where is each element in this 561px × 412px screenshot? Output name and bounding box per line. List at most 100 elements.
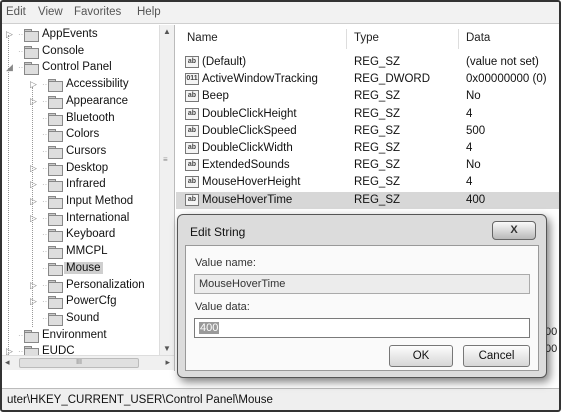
status-path: uter\HKEY_CURRENT_USER\Control Panel\Mou… xyxy=(7,394,273,406)
tree-connector: ·· xyxy=(42,297,48,307)
tree-connector: ·· xyxy=(42,313,48,323)
value-data-input[interactable]: 400 xyxy=(194,318,530,338)
value-data: No xyxy=(466,159,481,172)
menu-view[interactable]: View xyxy=(38,6,63,18)
expand-arrow-icon[interactable]: ▷ xyxy=(30,79,40,90)
tree-item-label: Personalization xyxy=(66,278,145,291)
registry-key-tree[interactable]: ▷ ·· AppEvents ·· Console ◢ ·· Control Panel ▷ ··… xyxy=(2,25,175,371)
status-bar: uter\HKEY_CURRENT_USER\Control Panel\Mou… xyxy=(2,388,559,410)
cancel-button[interactable]: Cancel xyxy=(463,345,530,367)
value-type: REG_SZ xyxy=(354,90,401,103)
registry-editor-window: Edit View Favorites Help ▷ ·· AppEvents ·· C… xyxy=(0,0,561,412)
folder-icon xyxy=(24,45,39,59)
ok-button[interactable]: OK xyxy=(389,345,453,367)
tree-guide-line xyxy=(8,35,9,355)
tree-connector: ·· xyxy=(18,330,24,340)
menu-edit[interactable]: Edit xyxy=(6,6,26,18)
value-type: REG_SZ xyxy=(354,193,401,206)
scroll-left-arrow-icon[interactable]: ◂ xyxy=(5,357,10,368)
folder-icon xyxy=(48,78,63,93)
value-row[interactable]: ab Beep REG_SZ No xyxy=(176,88,559,105)
value-data: 4 xyxy=(466,142,473,154)
tree-item-label: Colors xyxy=(66,128,100,141)
value-type: REG_SZ xyxy=(354,176,401,189)
tree-item-label: Bluetooth xyxy=(66,111,115,124)
value-row[interactable]: ab DoubleClickHeight REG_SZ 4 xyxy=(176,106,559,123)
expand-arrow-icon[interactable]: ▷ xyxy=(30,179,40,190)
value-data: (value not set) xyxy=(466,56,539,68)
menu-bar: Edit View Favorites Help xyxy=(2,2,559,24)
scroll-up-arrow-icon[interactable]: ▲ xyxy=(163,27,171,36)
value-row[interactable]: ab DoubleClickSpeed REG_SZ 500 xyxy=(176,123,559,140)
tree-item-label: Accessibility xyxy=(66,78,129,91)
tree-connector: ·· xyxy=(42,197,48,206)
string-value-icon: ab xyxy=(185,107,199,120)
folder-icon xyxy=(48,312,63,326)
folder-icon xyxy=(48,112,63,126)
tree-connector: ·· xyxy=(42,247,48,257)
value-name: MouseHoverHeight xyxy=(202,176,301,189)
expand-arrow-icon[interactable]: ▷ xyxy=(6,29,16,40)
folder-icon xyxy=(48,245,63,260)
menu-favorites[interactable]: Favorites xyxy=(74,6,121,18)
string-value-icon: ab xyxy=(185,56,199,68)
scroll-down-arrow-icon[interactable]: ▼ xyxy=(163,344,171,353)
tree-vertical-scrollbar[interactable]: ▲ ≡ ▼ xyxy=(159,25,174,355)
column-header-name[interactable]: Name xyxy=(187,32,218,48)
close-button[interactable]: X xyxy=(492,221,536,240)
value-type: REG_SZ xyxy=(354,107,401,120)
tree-connector: ·· xyxy=(42,130,48,140)
expand-arrow-icon[interactable]: ▷ xyxy=(30,213,40,224)
menu-help[interactable]: Help xyxy=(137,6,161,18)
value-data-label: Value data: xyxy=(195,301,250,313)
expand-arrow-icon[interactable]: ▷ xyxy=(30,296,40,307)
value-name: DoubleClickSpeed xyxy=(202,124,297,137)
folder-icon xyxy=(48,212,63,226)
value-data: 500 xyxy=(466,124,486,137)
folder-icon xyxy=(48,145,63,159)
expand-arrow-icon[interactable]: ▷ xyxy=(30,196,40,207)
tree-item-label: Control Panel xyxy=(42,61,112,74)
value-name: ActiveWindowTracking xyxy=(202,73,318,86)
tree-connector: ·· xyxy=(42,113,48,123)
column-header-data[interactable]: Data xyxy=(466,32,490,48)
tree-item-label: Desktop xyxy=(66,161,109,174)
value-data: 400 xyxy=(466,193,486,206)
tree-connector: ·· xyxy=(42,180,48,190)
tree-horizontal-scrollbar[interactable]: ◂ III ▸ xyxy=(2,355,174,370)
value-data: No xyxy=(466,90,481,103)
value-name-label: Value name: xyxy=(195,257,256,269)
scroll-grip-icon[interactable]: ≡ xyxy=(163,155,168,164)
tree-connector: ·· xyxy=(18,46,24,56)
folder-icon xyxy=(48,195,63,209)
column-divider[interactable] xyxy=(458,29,459,49)
value-type: REG_SZ xyxy=(354,142,401,154)
column-divider[interactable] xyxy=(346,29,347,49)
expand-arrow-icon[interactable]: ▷ xyxy=(30,163,40,174)
expand-arrow-icon[interactable]: ◢ xyxy=(6,62,16,73)
folder-icon xyxy=(48,95,63,109)
value-data: 0x00000000 (0) xyxy=(466,73,547,86)
value-row[interactable]: ab (Default) REG_SZ (value not set) xyxy=(176,54,559,71)
column-header-type[interactable]: Type xyxy=(354,32,379,48)
tree-item-label: Cursors xyxy=(66,144,107,157)
value-row[interactable]: ab MouseHoverTime REG_SZ 400 xyxy=(176,191,559,209)
tree-connector: ·· xyxy=(42,163,48,173)
scroll-thumb[interactable]: III xyxy=(19,358,139,368)
value-row[interactable]: ab ExtendedSounds REG_SZ No xyxy=(176,157,559,174)
folder-icon xyxy=(48,295,63,310)
value-row[interactable]: ab MouseHoverHeight REG_SZ 4 xyxy=(176,174,559,191)
scroll-right-arrow-icon[interactable]: ▸ xyxy=(165,357,170,368)
value-row[interactable]: 011 ActiveWindowTracking REG_DWORD 0x000000… xyxy=(176,71,559,88)
value-row[interactable]: ab DoubleClickWidth REG_SZ 4 xyxy=(176,140,559,157)
value-name: DoubleClickWidth xyxy=(202,142,293,154)
string-value-icon: ab xyxy=(185,193,199,206)
expand-arrow-icon[interactable]: ▷ xyxy=(30,280,40,291)
tree-connector: ·· xyxy=(42,80,48,90)
tree-connector: ·· xyxy=(42,213,48,223)
tree-connector: ·· xyxy=(42,280,48,290)
tree-guide-line xyxy=(32,87,33,327)
value-data: 4 xyxy=(466,176,473,189)
value-type: REG_DWORD xyxy=(354,73,431,86)
expand-arrow-icon[interactable]: ▷ xyxy=(30,96,40,107)
